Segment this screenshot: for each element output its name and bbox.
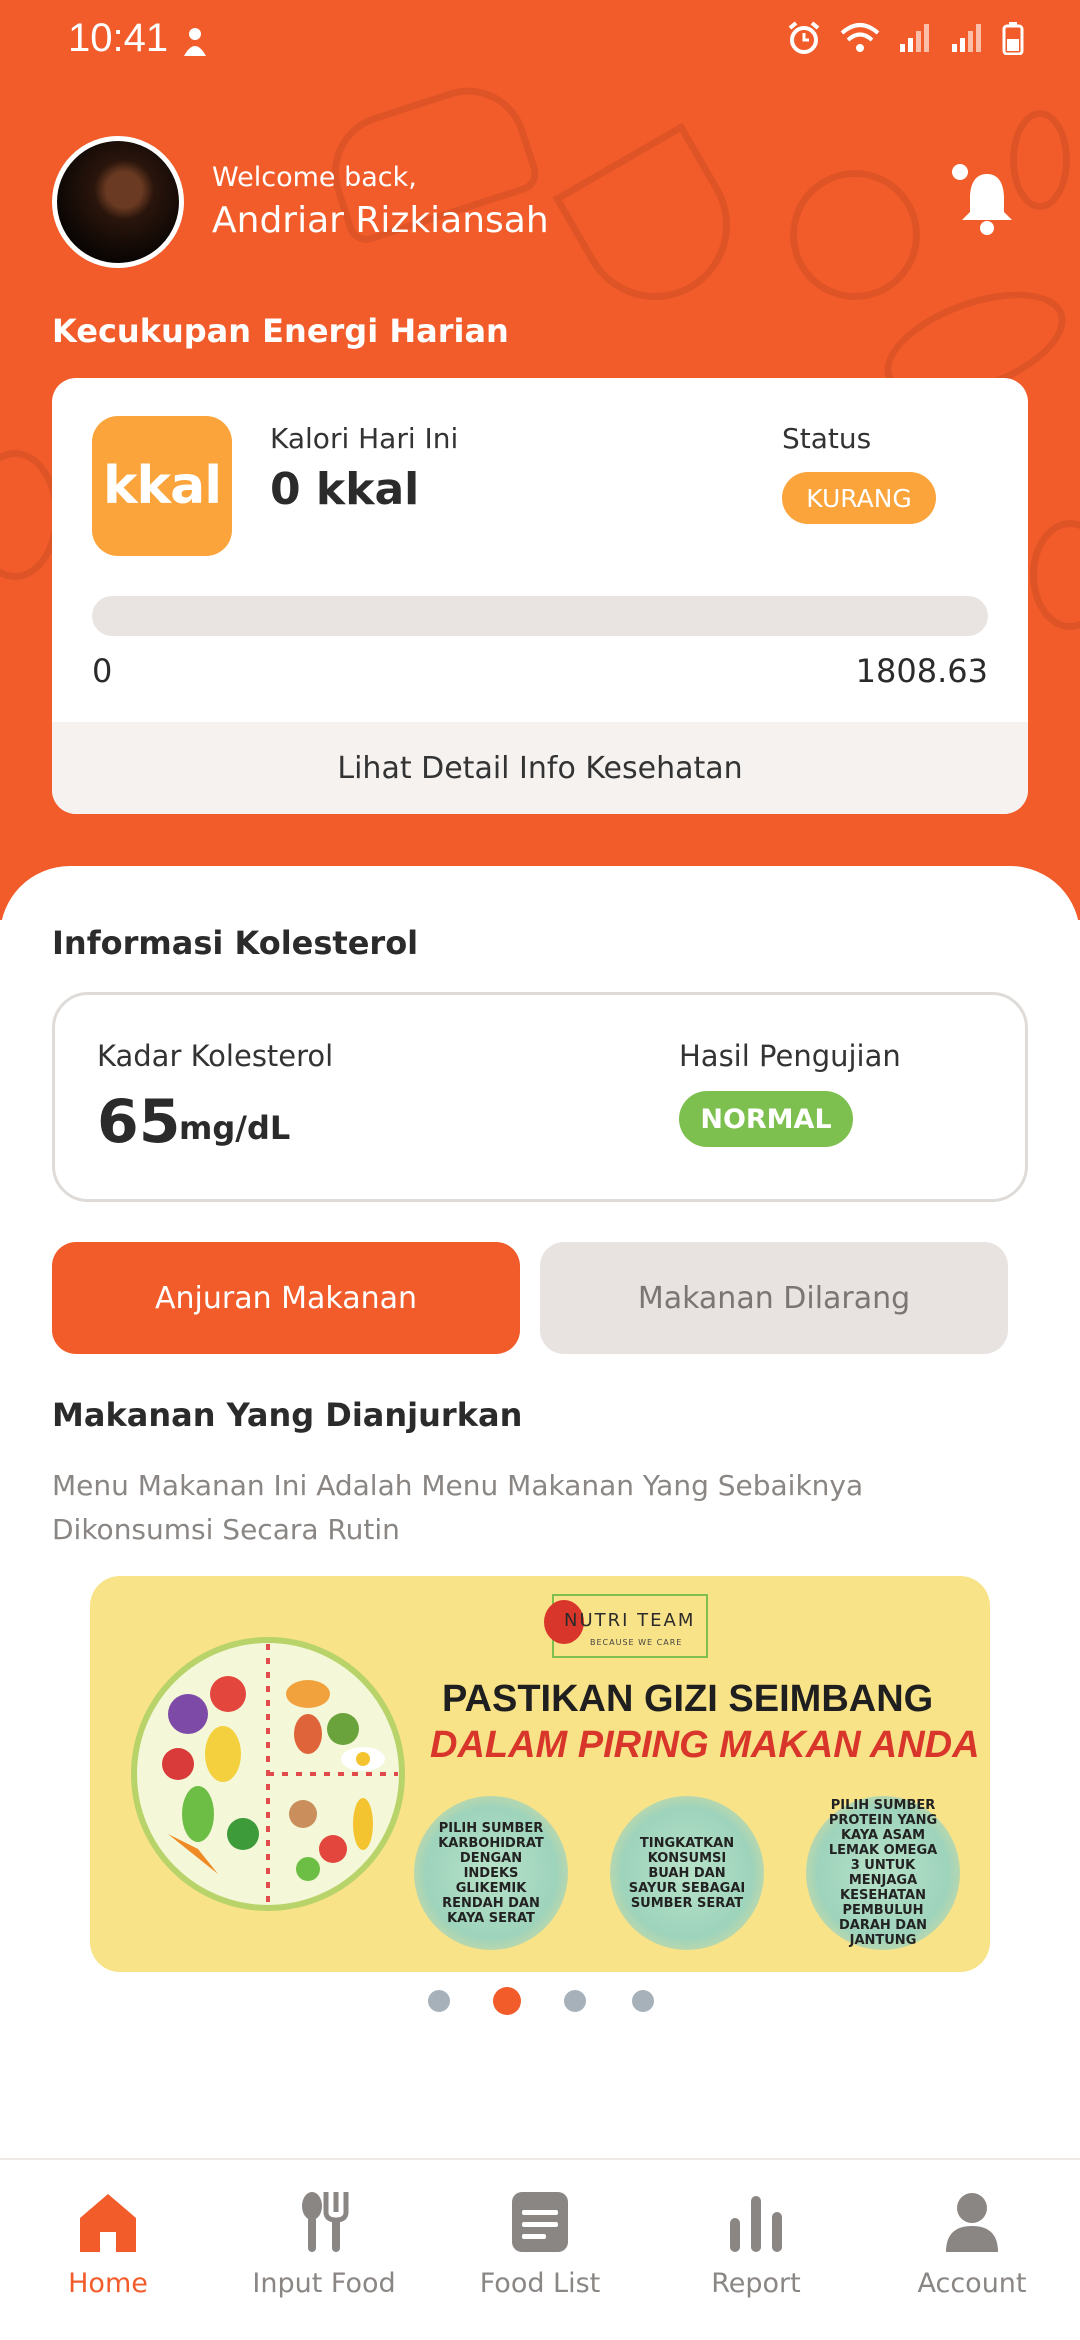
tab-forbidden-food[interactable]: Makanan Dilarang bbox=[540, 1242, 1008, 1354]
tab-recommended-food[interactable]: Anjuran Makanan bbox=[52, 1242, 520, 1354]
cholesterol-level-label: Kadar Kolesterol bbox=[97, 1039, 334, 1073]
energy-card: kkal Kalori Hari Ini 0 kkal Status KURAN… bbox=[52, 378, 1028, 814]
status-icons bbox=[786, 20, 1024, 60]
nav-input-food-label: Input Food bbox=[252, 2268, 396, 2299]
nav-report[interactable]: Report bbox=[666, 2190, 846, 2330]
calories-value: 0 kkal bbox=[270, 464, 420, 515]
avatar[interactable] bbox=[52, 136, 184, 268]
doodle-watermelon bbox=[552, 122, 758, 328]
carousel-dot-active[interactable] bbox=[493, 1987, 521, 2015]
carousel-indicator bbox=[0, 1986, 1080, 2016]
status-label: Status bbox=[782, 422, 872, 455]
banner-headline-1: PASTIKAN GIZI SEIMBANG bbox=[442, 1678, 934, 1720]
doodle-egg bbox=[1030, 520, 1080, 630]
kkal-badge: kkal bbox=[92, 416, 232, 556]
status-badge: KURANG bbox=[782, 472, 936, 524]
carousel-dot[interactable] bbox=[632, 1990, 654, 2012]
nav-report-label: Report bbox=[711, 2268, 801, 2299]
bar-chart-icon bbox=[730, 2196, 782, 2252]
health-detail-link[interactable]: Lihat Detail Info Kesehatan bbox=[52, 722, 1028, 814]
brand-name: NUTRI TEAM bbox=[564, 1610, 696, 1631]
nav-home[interactable]: Home bbox=[18, 2190, 198, 2330]
cholesterol-level-value: 65 bbox=[97, 1087, 181, 1157]
notification-icon bbox=[180, 26, 210, 64]
cutlery-icon bbox=[302, 2192, 349, 2252]
nutrition-banner[interactable]: NUTRI TEAM BECAUSE WE CARE PASTIKAN GIZI… bbox=[90, 1576, 990, 1972]
nav-food-list[interactable]: Food List bbox=[450, 2190, 630, 2330]
welcome-text: Welcome back, bbox=[212, 162, 417, 193]
person-icon bbox=[946, 2193, 998, 2252]
signal-icon-2 bbox=[950, 22, 984, 58]
signal-icon bbox=[898, 22, 932, 58]
alarm-icon bbox=[786, 20, 822, 60]
carousel-dot[interactable] bbox=[428, 1990, 450, 2012]
cholesterol-card: Kadar Kolesterol 65 mg/dL Hasil Pengujia… bbox=[52, 992, 1028, 1202]
energy-section-title: Kecukupan Energi Harian bbox=[52, 312, 509, 350]
doodle-donut bbox=[790, 170, 920, 300]
list-icon bbox=[512, 2192, 568, 2252]
progress-max-value: 1808.63 bbox=[855, 652, 988, 690]
battery-icon bbox=[1002, 21, 1024, 59]
nav-account[interactable]: Account bbox=[882, 2190, 1062, 2330]
test-result-badge: NORMAL bbox=[679, 1091, 853, 1147]
cholesterol-level-unit: mg/dL bbox=[179, 1109, 291, 1147]
nav-home-label: Home bbox=[68, 2268, 148, 2299]
nav-input-food[interactable]: Input Food bbox=[234, 2190, 414, 2330]
nav-account-label: Account bbox=[917, 2268, 1027, 2299]
recommendations-title: Makanan Yang Dianjurkan bbox=[52, 1396, 523, 1434]
user-name: Andriar Rizkiansah bbox=[212, 200, 549, 241]
home-icon bbox=[80, 2194, 136, 2252]
calorie-progress-bar bbox=[92, 596, 988, 636]
calories-label: Kalori Hari Ini bbox=[270, 422, 459, 455]
progress-min-value: 0 bbox=[92, 652, 113, 690]
doodle-fruit bbox=[0, 450, 60, 580]
cholesterol-section-title: Informasi Kolesterol bbox=[52, 924, 419, 962]
recommendations-description: Menu Makanan Ini Adalah Menu Makanan Yan… bbox=[52, 1469, 864, 1546]
nav-food-list-label: Food List bbox=[479, 2268, 601, 2299]
tip-bubble: PILIH SUMBER PROTEIN YANG KAYA ASAM LEMA… bbox=[806, 1796, 960, 1950]
tip-bubble: PILIH SUMBER KARBOHIDRAT DENGAN INDEKS G… bbox=[414, 1796, 568, 1950]
test-result-label: Hasil Pengujian bbox=[679, 1039, 901, 1073]
brand-tagline: BECAUSE WE CARE bbox=[590, 1638, 683, 1647]
tip-bubble: TINGKATKAN KONSUMSI BUAH DAN SAYUR SEBAG… bbox=[610, 1796, 764, 1950]
banner-headline-2: DALAM PIRING MAKAN ANDA bbox=[430, 1724, 980, 1766]
bottom-navigation: Home Input Food Food List Report Account bbox=[0, 2158, 1080, 2340]
food-plate-illustration bbox=[131, 1637, 405, 1911]
wifi-icon bbox=[840, 21, 880, 59]
bell-icon[interactable] bbox=[952, 160, 1022, 240]
carousel-dot[interactable] bbox=[564, 1990, 586, 2012]
status-bar: 10:41 bbox=[0, 0, 1080, 84]
status-time: 10:41 bbox=[68, 16, 169, 60]
